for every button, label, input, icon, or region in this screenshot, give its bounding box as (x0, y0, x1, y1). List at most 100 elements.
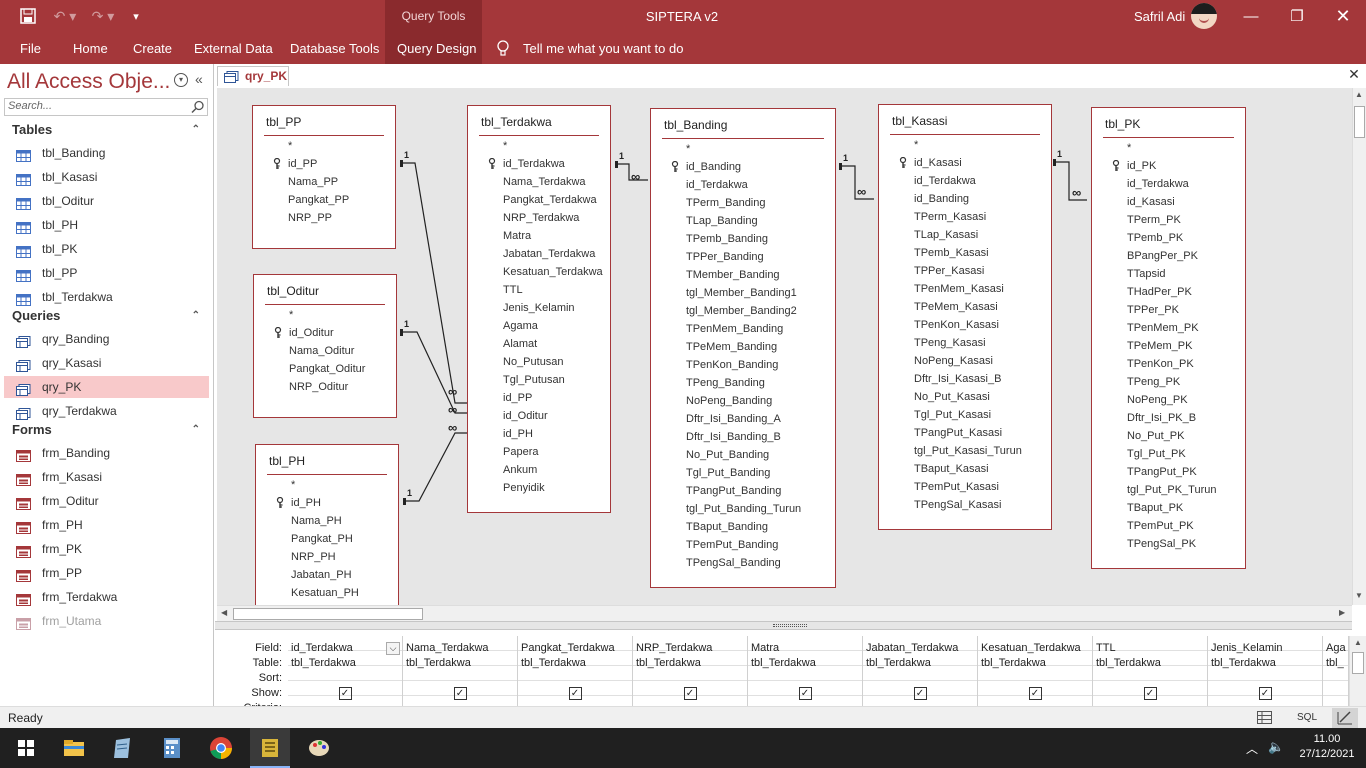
nav-group-tables[interactable]: Tables ⌃ (0, 120, 212, 140)
field-item[interactable]: TPeMem_PK (1127, 337, 1192, 355)
tell-me-search[interactable]: Tell me what you want to do (523, 33, 683, 64)
restore-icon[interactable]: ❐ (1274, 0, 1320, 32)
field-list-tbl-pp[interactable]: tbl_PP * id_PP Nama_PP Pangkat_PP NRP_PP (252, 105, 396, 249)
grid-column[interactable]: Jabatan_Terdakwa tbl_Terdakwa ✓ (863, 636, 978, 706)
field-item[interactable]: id_PP (288, 155, 317, 173)
field-list-title[interactable]: tbl_PP (266, 115, 301, 129)
field-item[interactable]: id_Kasasi (1127, 193, 1175, 211)
nav-item-tbl-pp[interactable]: tbl_PP (4, 262, 209, 284)
grid-table-cell[interactable]: tbl_Terdakwa (751, 657, 860, 669)
taskbar-clock[interactable]: 11.00 27/12/2021 (1292, 732, 1362, 762)
field-item[interactable]: TLap_Banding (686, 212, 758, 230)
field-item[interactable]: id_Terdakwa (1127, 175, 1189, 193)
nav-group-forms[interactable]: Forms ⌃ (0, 420, 212, 440)
show-checkbox[interactable]: ✓ (683, 687, 697, 700)
field-all[interactable]: * (503, 137, 507, 155)
design-view-icon[interactable] (1332, 708, 1358, 728)
nav-item-tbl-terdakwa[interactable]: tbl_Terdakwa (4, 286, 209, 308)
show-checkbox[interactable]: ✓ (568, 687, 582, 700)
notepad-icon[interactable] (108, 734, 136, 762)
field-list-tbl-banding[interactable]: tbl_Banding * id_Banding id_Terdakwa TPerm_B… (650, 108, 836, 588)
field-item[interactable]: TMember_Banding (686, 266, 780, 284)
field-item[interactable]: TPPer_Banding (686, 248, 764, 266)
field-item[interactable]: TPeng_PK (1127, 373, 1180, 391)
field-item[interactable]: Pangkat_PH (291, 530, 353, 548)
customize-qat-icon[interactable]: ▾ (126, 0, 146, 32)
field-all[interactable]: * (291, 476, 295, 494)
nav-item-frm-utama[interactable]: frm_Utama (4, 610, 209, 632)
collapse-group-icon[interactable]: ⌃ (192, 306, 200, 326)
nav-item-frm-pp[interactable]: frm_PP (4, 562, 209, 584)
field-list-title[interactable]: tbl_PK (1105, 117, 1140, 131)
field-item[interactable]: id_Oditur (289, 324, 334, 342)
nav-item-qry-kasasi[interactable]: qry_Kasasi (4, 352, 209, 374)
access-taskbar-button[interactable] (250, 728, 290, 768)
grid-field-cell[interactable]: TTL (1096, 642, 1205, 654)
field-item[interactable]: tgl_Put_PK_Turun (1127, 481, 1216, 499)
nav-item-frm-banding[interactable]: frm_Banding (4, 442, 209, 464)
grid-column[interactable]: Kesatuan_Terdakwa tbl_Terdakwa ✓ (978, 636, 1093, 706)
grid-field-cell[interactable]: NRP_Terdakwa (636, 642, 745, 654)
grid-column[interactable]: Aga tbl_ (1323, 636, 1349, 706)
field-item[interactable]: id_PH (291, 494, 321, 512)
field-item[interactable]: No_Put_Kasasi (914, 388, 990, 406)
grid-field-cell[interactable]: Jenis_Kelamin (1211, 642, 1320, 654)
field-item[interactable]: Tgl_Put_Banding (686, 464, 770, 482)
field-item[interactable]: TPeMem_Banding (686, 338, 777, 356)
field-list-title[interactable]: tbl_Oditur (267, 284, 319, 298)
grid-field-cell[interactable]: Kesatuan_Terdakwa (981, 642, 1090, 654)
file-explorer-icon[interactable] (60, 734, 88, 762)
field-item[interactable]: Pangkat_Terdakwa (503, 191, 597, 209)
grid-column[interactable]: Pangkat_Terdakwa tbl_Terdakwa ✓ (518, 636, 633, 706)
field-list-tbl-kasasi[interactable]: tbl_Kasasi * id_Kasasi id_Terdakwa id_Bandin… (878, 104, 1052, 530)
search-icon[interactable] (191, 100, 205, 117)
query-design-canvas[interactable]: tbl_PP * id_PP Nama_PP Pangkat_PP NRP_PP tbl_O… (217, 88, 1352, 605)
grid-field-cell[interactable]: id_Terdakwa (291, 642, 400, 654)
nav-item-frm-oditur[interactable]: frm_Oditur (4, 490, 209, 512)
field-dropdown-icon[interactable]: ⌵ (386, 642, 400, 655)
field-item[interactable]: Kesatuan_PH (291, 584, 359, 602)
field-item[interactable]: TPangPut_PK (1127, 463, 1197, 481)
field-item[interactable]: TTapsid (1127, 265, 1166, 283)
field-item[interactable]: id_Banding (914, 190, 969, 208)
field-item[interactable]: Pangkat_PP (288, 191, 349, 209)
field-item[interactable]: Dftr_Isi_Banding_B (686, 428, 781, 446)
tab-create[interactable]: Create (133, 33, 172, 64)
field-item[interactable]: TPPer_Kasasi (914, 262, 984, 280)
field-item[interactable]: TPeMem_Kasasi (914, 298, 998, 316)
field-item[interactable]: Nama_Oditur (289, 342, 354, 360)
grid-field-cell[interactable]: Matra (751, 642, 860, 654)
field-item[interactable]: TPenMem_PK (1127, 319, 1199, 337)
field-item[interactable]: Pangkat_Oditur (289, 360, 365, 378)
field-item[interactable]: TPerm_PK (1127, 211, 1181, 229)
field-item[interactable]: id_Terdakwa (686, 176, 748, 194)
datasheet-view-icon[interactable] (1257, 711, 1272, 727)
grid-field-cell[interactable]: Jabatan_Terdakwa (866, 642, 975, 654)
field-all[interactable]: * (1127, 139, 1131, 157)
nav-item-frm-terdakwa[interactable]: frm_Terdakwa (4, 586, 209, 608)
nav-group-queries[interactable]: Queries ⌃ (0, 306, 212, 326)
show-checkbox[interactable]: ✓ (453, 687, 467, 700)
field-list-tbl-oditur[interactable]: tbl_Oditur * id_Oditur Nama_Oditur Pangkat_O… (253, 274, 397, 418)
windows-start-icon[interactable] (12, 734, 40, 762)
show-checkbox[interactable]: ✓ (798, 687, 812, 700)
field-item[interactable]: Tgl_Put_Kasasi (914, 406, 991, 424)
nav-item-tbl-ph[interactable]: tbl_PH (4, 214, 209, 236)
show-checkbox[interactable]: ✓ (1143, 687, 1157, 700)
field-item[interactable]: No_Putusan (503, 353, 564, 371)
nav-item-qry-banding[interactable]: qry_Banding (4, 328, 209, 350)
grid-table-cell[interactable]: tbl_ (1326, 657, 1346, 669)
field-item[interactable]: NRP_Terdakwa (503, 209, 579, 227)
collapse-pane-icon[interactable]: « (195, 71, 203, 87)
field-item[interactable]: Jenis_Kelamin (503, 299, 575, 317)
grid-table-cell[interactable]: tbl_Terdakwa (636, 657, 745, 669)
field-item[interactable]: id_Oditur (503, 407, 548, 425)
field-item[interactable]: TPenMem_Banding (686, 320, 783, 338)
close-window-icon[interactable]: ✕ (1320, 0, 1366, 32)
field-item[interactable]: TBaput_Banding (686, 518, 768, 536)
field-item[interactable]: id_Terdakwa (914, 172, 976, 190)
field-list-tbl-ph[interactable]: tbl_PH * id_PH Nama_PH Pangkat_PH NRP_PH Jabat… (255, 444, 399, 605)
field-item[interactable]: tgl_Member_Banding2 (686, 302, 797, 320)
field-item[interactable]: id_PK (1127, 157, 1156, 175)
grid-field-cell[interactable]: Aga (1326, 642, 1346, 654)
